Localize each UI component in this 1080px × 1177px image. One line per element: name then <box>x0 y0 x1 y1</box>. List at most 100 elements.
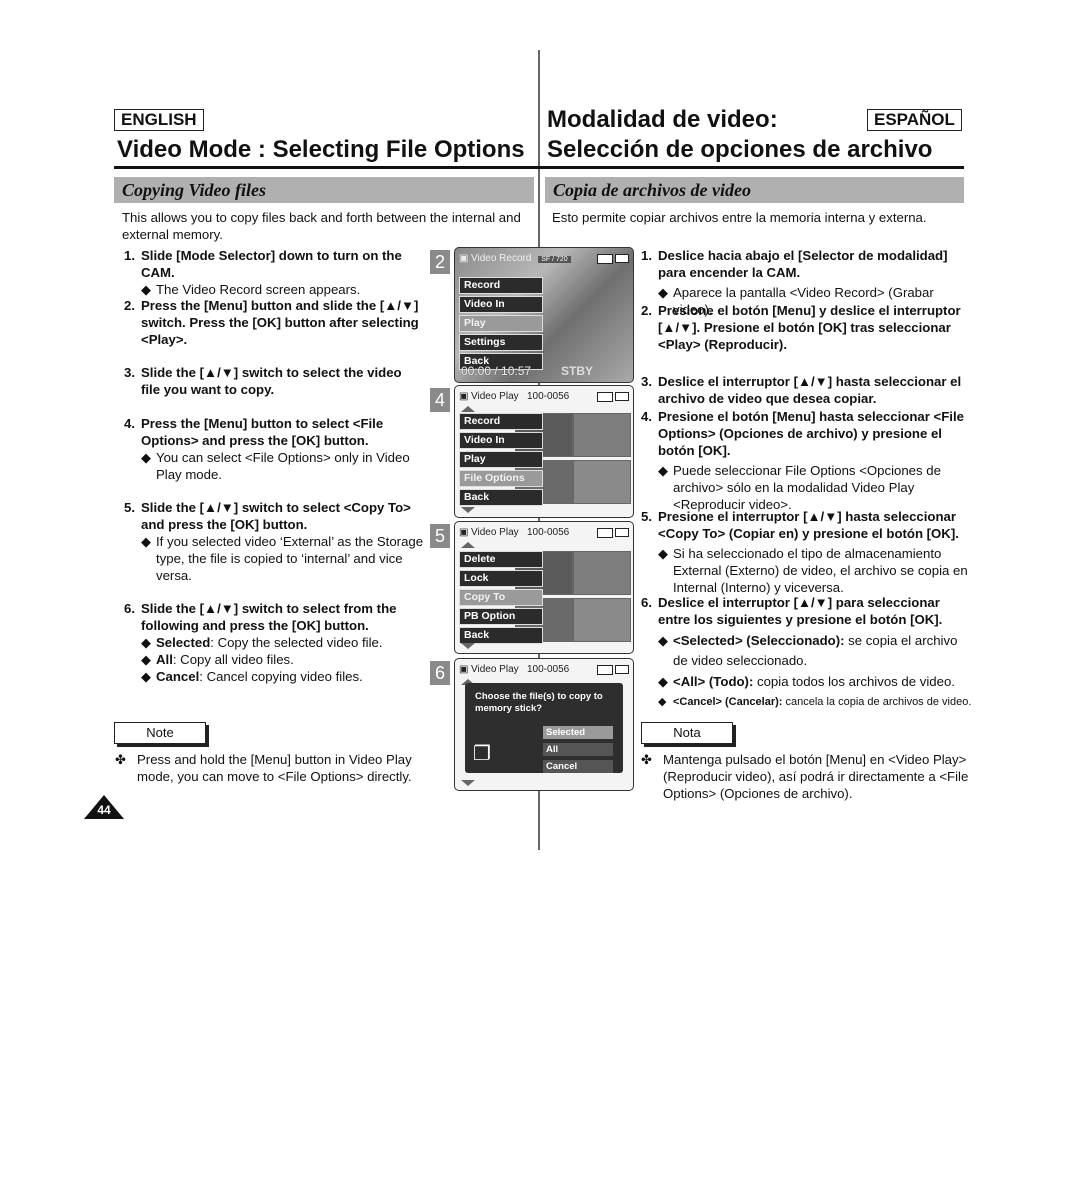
step-instruction: Press the [Menu] button and slide the [▲… <box>141 298 419 347</box>
thumbnail[interactable] <box>573 598 631 642</box>
step-bullet: ◆ The Video Record screen appears. <box>141 282 361 297</box>
menu-item-settings[interactable]: Settings <box>459 334 543 351</box>
step-number: 5. <box>124 500 135 515</box>
step-bullet: ◆ Puede seleccionar File Options <Opcione… <box>658 463 941 512</box>
thumbnail[interactable] <box>573 413 631 457</box>
file-number: 100-0056 <box>526 527 570 538</box>
screen-file-options: ▣ Video Play 100-0056 Record Video In Pla… <box>454 385 634 518</box>
step-number: 1. <box>641 248 652 263</box>
page-title-spanish-line2: Selección de opciones de archivo <box>547 136 933 163</box>
scroll-up-arrow-icon[interactable] <box>461 542 475 548</box>
timecode: 00:00 / 10:57 <box>461 364 532 378</box>
step-bullet-all: ◆ <All> (Todo): copia todos los archivos … <box>658 674 955 689</box>
screen-tag-6: 6 <box>430 661 450 685</box>
screen-menu: Record Video In Play File Options Back <box>459 413 543 508</box>
step-5-spanish: 5. Presione el interruptor [▲/▼] hasta s… <box>641 508 973 596</box>
menu-item-video-in[interactable]: Video In <box>459 432 543 449</box>
step-instruction: Slide [Mode Selector] down to turn on th… <box>141 248 402 280</box>
menu-item-back[interactable]: Back <box>459 489 543 506</box>
step-bullet-selected: ◆ <Selected> (Seleccionado): se copia el … <box>658 633 958 668</box>
step-number: 6. <box>641 595 652 610</box>
screen-menu: Delete Lock Copy To PB Option Back <box>459 551 543 646</box>
step-bullet: ◆ Si ha seleccionado el tipo de almacenam… <box>658 546 968 595</box>
menu-item-lock[interactable]: Lock <box>459 570 543 587</box>
scroll-down-arrow-icon[interactable] <box>461 507 475 513</box>
menu-item-pb-option[interactable]: PB Option <box>459 608 543 625</box>
storage-icon <box>597 665 613 675</box>
option-all[interactable]: All <box>543 743 613 756</box>
step-number: 3. <box>641 374 652 389</box>
step-number: 2. <box>124 298 135 313</box>
camcorder-icon: ▣ <box>459 253 469 264</box>
bullet-diamond-icon: ◆ <box>658 463 669 478</box>
dialog-message: Choose the file(s) to copy to memory sti… <box>475 691 603 714</box>
step-number: 5. <box>641 509 652 524</box>
step-6-spanish: 6. Deslice el interruptor [▲/▼] para sel… <box>641 594 973 711</box>
page-title-english: Video Mode : Selecting File Options <box>117 136 525 163</box>
step-3-english: 3. Slide the [▲/▼] switch to select the … <box>124 364 424 398</box>
camcorder-icon: ▣ <box>459 391 469 402</box>
step-bullet: ◆ You can select <File Options> only in V… <box>141 450 410 482</box>
step-instruction: Presione el botón [Menu] y deslice el in… <box>658 303 961 352</box>
step-instruction: Press the [Menu] button to select <File … <box>141 416 384 448</box>
step-instruction: Slide the [▲/▼] switch to select from th… <box>141 601 397 633</box>
bullet-diamond-icon: ◆ <box>141 635 152 650</box>
step-number: 1. <box>124 248 135 263</box>
note-bullet-icon: ✤ <box>115 752 127 767</box>
note-text-spanish: ✤ Mantenga pulsado el botón [Menu] en <Vi… <box>641 752 969 801</box>
english-badge: ENGLISH <box>114 109 204 131</box>
file-number: 100-0056 <box>526 664 570 675</box>
step-bullet: ◆ If you selected video ‘External’ as the… <box>141 534 424 583</box>
bullet-diamond-icon: ◆ <box>141 669 152 684</box>
step-instruction: Presione el interruptor [▲/▼] hasta sele… <box>658 509 959 541</box>
step-instruction: Deslice el interruptor [▲/▼] para selecc… <box>658 595 943 627</box>
thumbnail[interactable] <box>573 460 631 504</box>
storage-icon <box>597 392 613 402</box>
scroll-up-arrow-icon[interactable] <box>461 406 475 412</box>
screen-copy-to: ▣ Video Play 100-0056 Delete Lock Copy To… <box>454 521 634 654</box>
battery-icon <box>615 254 629 263</box>
note-bullet-icon: ✤ <box>641 752 653 767</box>
page-number: 44 <box>97 803 111 817</box>
option-selected[interactable]: Selected <box>543 726 613 739</box>
intro-english: This allows you to copy files back and f… <box>122 210 521 242</box>
scroll-down-arrow-icon[interactable] <box>461 780 475 786</box>
bullet-diamond-icon: ◆ <box>141 450 152 465</box>
menu-item-record[interactable]: Record <box>459 413 543 430</box>
menu-item-back[interactable]: Back <box>459 627 543 644</box>
step-number: 6. <box>124 601 135 616</box>
storage-icon <box>597 254 613 264</box>
step-instruction: Deslice el interruptor [▲/▼] hasta selec… <box>658 374 962 406</box>
bullet-diamond-icon: ◆ <box>141 534 152 549</box>
menu-item-play[interactable]: Play <box>459 315 543 332</box>
scroll-down-arrow-icon[interactable] <box>461 643 475 649</box>
menu-item-copy-to[interactable]: Copy To <box>459 589 543 606</box>
menu-item-file-options[interactable]: File Options <box>459 470 543 487</box>
title-rule-spanish <box>540 166 964 169</box>
battery-icon <box>615 665 629 674</box>
menu-item-record[interactable]: Record <box>459 277 543 294</box>
step-number: 4. <box>124 416 135 431</box>
battery-icon <box>615 528 629 537</box>
thumbnail[interactable] <box>573 551 631 595</box>
menu-item-delete[interactable]: Delete <box>459 551 543 568</box>
bullet-diamond-icon: ◆ <box>658 633 669 648</box>
storage-icon <box>597 528 613 538</box>
screen-copy-dialog: ▣ Video Play 100-0056 Choose the file(s) … <box>454 658 634 791</box>
menu-item-play[interactable]: Play <box>459 451 543 468</box>
standby-status: STBY <box>560 364 593 378</box>
bullet-diamond-icon: ◆ <box>658 285 669 300</box>
title-rule-english <box>114 166 542 169</box>
screen-menu: Record Video In Play Settings Back <box>459 277 543 372</box>
bullet-diamond-icon: ◆ <box>141 282 152 297</box>
step-5-english: 5. Slide the [▲/▼] switch to select <Cop… <box>124 499 434 584</box>
note-label-english: Note <box>114 722 206 744</box>
bullet-diamond-icon: ◆ <box>658 696 667 708</box>
step-number: 2. <box>641 303 652 318</box>
step-2-spanish: 2. Presione el botón [Menu] y deslice el… <box>641 302 971 353</box>
option-cancel[interactable]: Cancel <box>543 760 613 773</box>
step-instruction: Presione el botón [Menu] hasta seleccion… <box>658 409 964 458</box>
menu-item-video-in[interactable]: Video In <box>459 296 543 313</box>
copy-icon: ❐ <box>473 743 491 765</box>
step-3-spanish: 3. Deslice el interruptor [▲/▼] hasta se… <box>641 373 971 407</box>
